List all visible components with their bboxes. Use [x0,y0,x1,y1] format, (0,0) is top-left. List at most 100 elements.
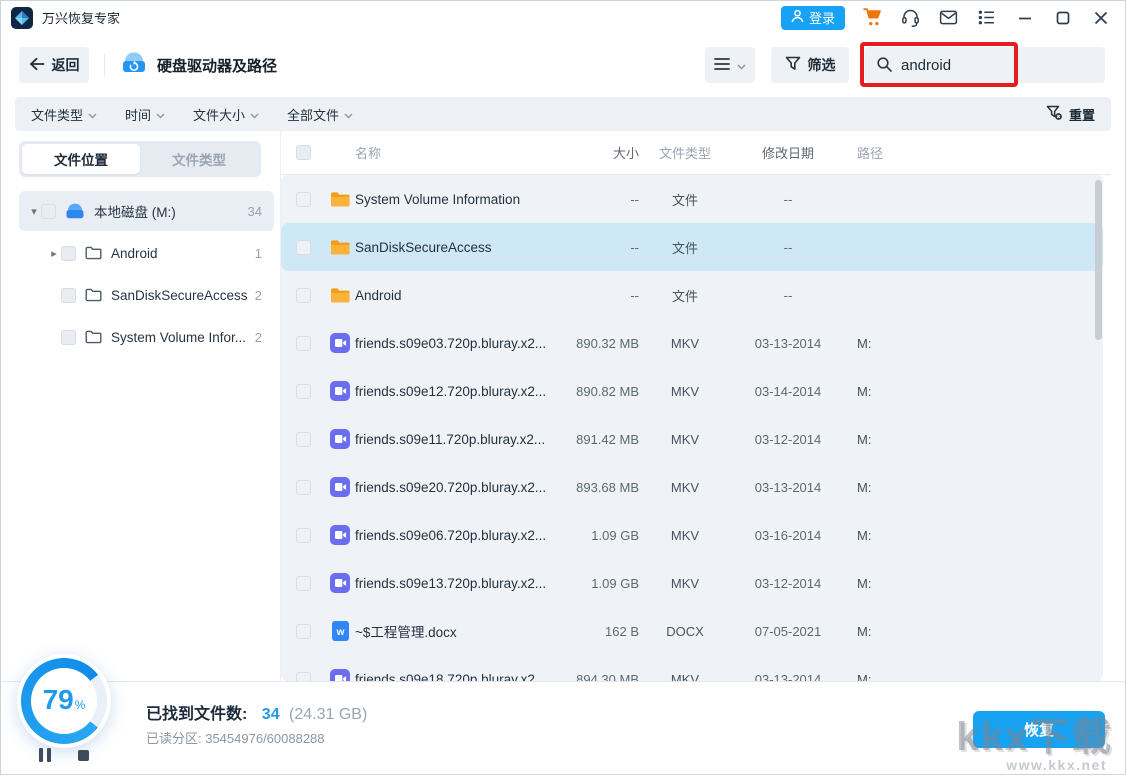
divider [104,53,105,77]
row-checkbox[interactable] [296,672,311,682]
filter-dropdown-2[interactable]: 文件大小 [193,105,259,124]
view-menu-button[interactable] [705,47,755,83]
row-checkbox[interactable] [296,576,311,591]
content-area: 文件位置文件类型 ▾本地磁盘 (M:)34▸Android1SanDiskSec… [15,131,1111,681]
row-checkbox[interactable] [296,528,311,543]
filter-dropdown-0[interactable]: 文件类型 [31,105,97,124]
cell-size: -- [551,192,639,207]
table-row[interactable]: friends.s09e20.720p.bluray.x2...893.68 M… [281,463,1103,511]
pause-button[interactable] [39,748,53,762]
cell-type: MKV [639,384,731,399]
cell-date: 03-12-2014 [731,432,845,447]
tab-file-type[interactable]: 文件类型 [140,144,258,174]
cell-type: DOCX [639,624,731,639]
cart-icon[interactable] [862,7,883,28]
stop-button[interactable] [78,750,89,761]
login-button[interactable]: 登录 [781,6,845,30]
cell-name: friends.s09e12.720p.bluray.x2... [355,384,551,399]
sidebar: 文件位置文件类型 ▾本地磁盘 (M:)34▸Android1SanDiskSec… [15,131,281,681]
row-checkbox[interactable] [296,432,311,447]
search-input[interactable] [865,47,1105,83]
partition-progress-text: 已读分区: 35454976/60088288 [146,728,325,747]
folder-icon [325,191,355,208]
tree-item[interactable]: ▾本地磁盘 (M:)34 [19,191,274,231]
app-window: 万兴恢复专家 登录 返回 硬盘驱动器及路径 [0,0,1126,775]
tree-item-label: System Volume Infor... [111,330,249,345]
filter-dropdown-3[interactable]: 全部文件 [287,105,353,124]
maximize-icon[interactable] [1052,7,1073,28]
video-icon [325,525,355,545]
tree-item-label: Android [111,246,249,261]
cell-date: -- [731,192,845,207]
table-row[interactable]: friends.s09e13.720p.bluray.x2...1.09 GBM… [281,559,1103,607]
tree-item[interactable]: System Volume Infor... 2 [19,317,274,357]
tree-checkbox[interactable] [61,246,76,261]
tree-checkbox[interactable] [41,204,56,219]
app-logo-icon [11,7,33,29]
video-icon [325,381,355,401]
cell-size: -- [551,288,639,303]
tree-checkbox[interactable] [61,288,76,303]
tab-file-location[interactable]: 文件位置 [22,144,140,174]
row-checkbox[interactable] [296,192,311,207]
cell-size: 893.68 MB [551,480,639,495]
cell-date: 03-13-2014 [731,336,845,351]
cell-size: -- [551,240,639,255]
cell-type: 文件 [639,238,731,257]
cell-type: MKV [639,576,731,591]
filter-bar: 文件类型 时间 文件大小 全部文件 重置 [15,97,1111,131]
caret-right-icon[interactable]: ▸ [47,247,61,260]
cell-name: System Volume Information [355,192,551,207]
cell-type: MKV [639,432,731,447]
row-checkbox[interactable] [296,288,311,303]
folder-outline-icon [85,288,102,302]
cell-date: 03-13-2014 [731,672,845,682]
tree-item[interactable]: SanDiskSecureAccess2 [19,275,274,315]
folder-outline-icon [85,330,102,344]
minimize-icon[interactable] [1014,7,1035,28]
tree-checkbox[interactable] [61,330,76,345]
vertical-scrollbar[interactable] [1095,180,1102,340]
table-row[interactable]: friends.s09e06.720p.bluray.x2...1.09 GBM… [281,511,1103,559]
table-row[interactable]: w~$工程管理.docx162 BDOCX07-05-2021M: [281,607,1103,655]
table-body: System Volume Information--文件--SanDiskSe… [281,175,1103,681]
row-checkbox[interactable] [296,240,311,255]
tree-item[interactable]: ▸Android1 [19,233,274,273]
row-checkbox[interactable] [296,480,311,495]
video-icon [325,669,355,681]
table-row[interactable]: friends.s09e11.720p.bluray.x2...891.42 M… [281,415,1103,463]
filter-dropdown-1[interactable]: 时间 [125,105,165,124]
cell-name: friends.s09e06.720p.bluray.x2... [355,528,551,543]
filter-button[interactable]: 筛选 [771,47,849,83]
recover-button[interactable]: 恢复 [973,711,1105,748]
select-all-checkbox[interactable] [296,145,311,160]
row-checkbox[interactable] [296,384,311,399]
row-checkbox[interactable] [296,624,311,639]
cell-size: 890.82 MB [551,384,639,399]
table-row[interactable]: System Volume Information--文件-- [281,175,1103,223]
caret-down-icon[interactable]: ▾ [27,205,41,218]
cell-type: 文件 [639,190,731,209]
cell-path: M: [845,432,1103,447]
scan-progress-ring: 79 % [17,654,111,748]
row-checkbox[interactable] [296,336,311,351]
cell-size: 891.42 MB [551,432,639,447]
table-row[interactable]: SanDiskSecureAccess--文件-- [281,223,1103,271]
tree-item-count: 2 [255,330,262,345]
headset-icon[interactable] [900,7,921,28]
reset-button[interactable]: 重置 [1046,105,1095,124]
cell-name: Android [355,288,551,303]
svg-text:w: w [335,627,344,638]
close-icon[interactable] [1090,7,1111,28]
cell-name: friends.s09e13.720p.bluray.x2... [355,576,551,591]
cell-name: ~$工程管理.docx [355,621,551,641]
table-row[interactable]: friends.s09e03.720p.bluray.x2...890.32 M… [281,319,1103,367]
hamburger-icon [714,57,730,74]
table-row[interactable]: Android--文件-- [281,271,1103,319]
table-row[interactable]: friends.s09e18.720p.bluray.x2...894.30 M… [281,655,1103,681]
back-button[interactable]: 返回 [19,47,89,83]
table-row[interactable]: friends.s09e12.720p.bluray.x2...890.82 M… [281,367,1103,415]
list-icon[interactable] [976,7,997,28]
mail-icon[interactable] [938,7,959,28]
cell-path: M: [845,480,1103,495]
